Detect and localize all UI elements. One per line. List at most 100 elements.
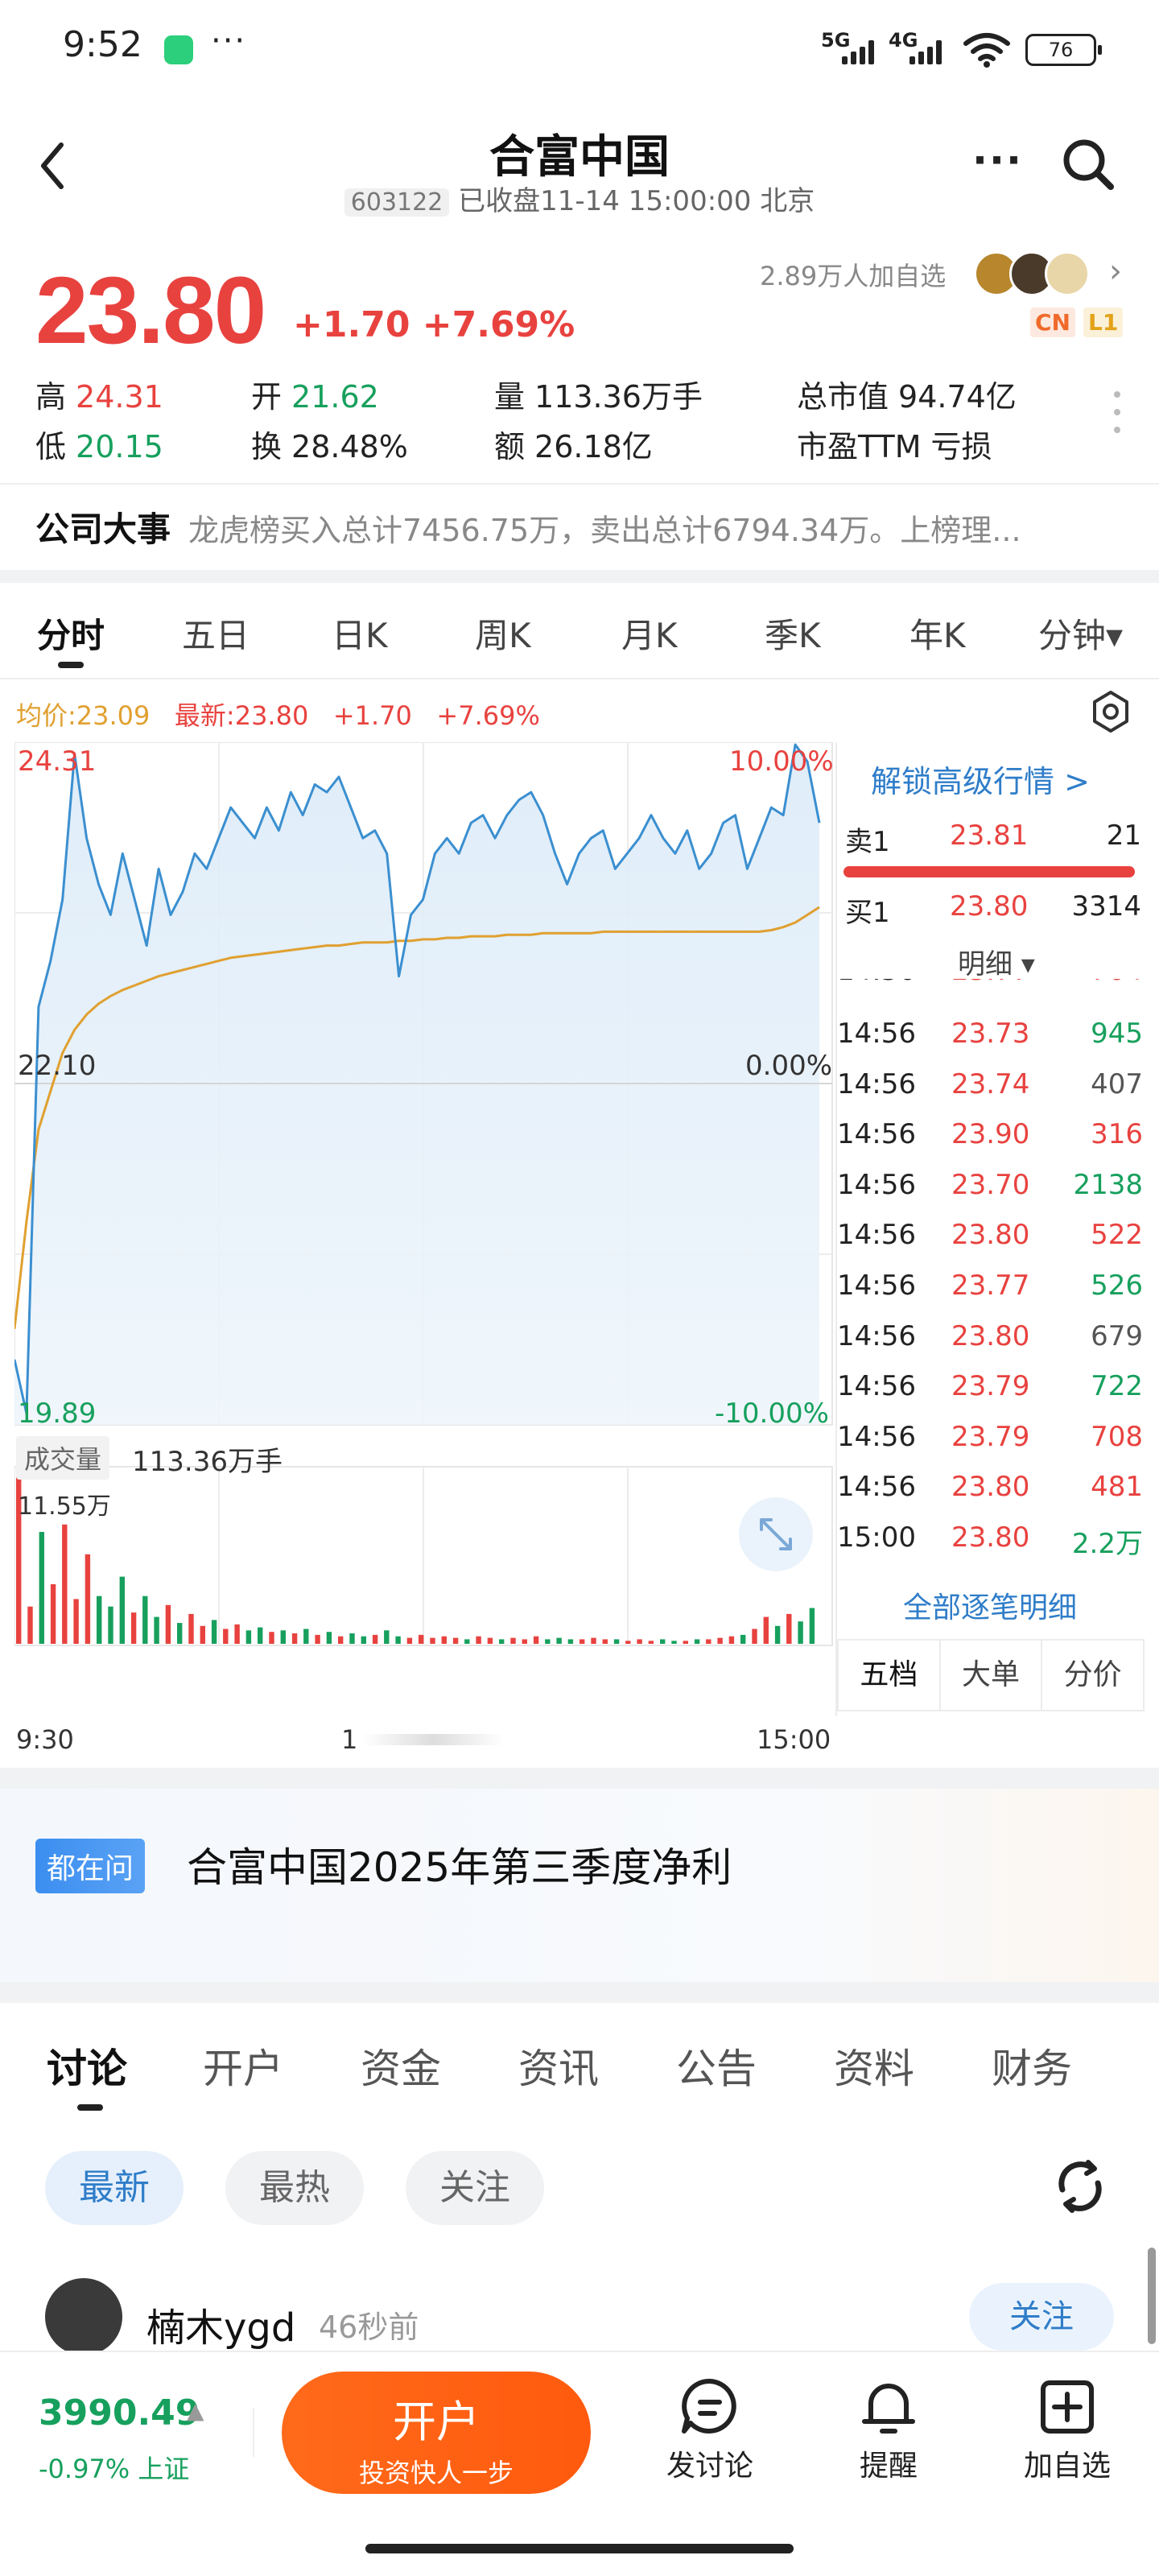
scrollbar[interactable]	[1148, 2248, 1156, 2344]
volume-bar	[717, 1637, 723, 1644]
intraday-chart[interactable]	[14, 742, 834, 1724]
tab-large-orders[interactable]: 大单	[938, 1641, 1041, 1710]
signal-icon-2	[909, 37, 942, 64]
volume-bar	[73, 1599, 79, 1644]
volume-bar	[303, 1629, 309, 1644]
volume-bar	[545, 1639, 551, 1644]
volume-bar	[613, 1639, 620, 1644]
filter-hottest[interactable]: 最热	[225, 2151, 364, 2225]
tick-time: 15:00	[837, 1521, 916, 1554]
tab-price-distribution[interactable]: 分价	[1041, 1641, 1143, 1710]
more-vertical-icon[interactable]	[1114, 391, 1124, 444]
stock-subtitle: 603122 已收盘11-14 15:00:00 北京	[0, 179, 1159, 218]
volume-bar	[637, 1639, 642, 1644]
index-change[interactable]: -0.97% 上证	[39, 2449, 189, 2486]
ask-question[interactable]: 合富中国2025年第三季度净利	[187, 1835, 732, 1893]
tick-time: 14:56	[837, 1471, 916, 1504]
volume-bar	[200, 1625, 205, 1644]
y-tick-right-mid: 0.00%	[745, 1050, 833, 1082]
tick-row: 14:56 23.79 708	[837, 1421, 1143, 1471]
tick-volume: 722	[1091, 1370, 1143, 1403]
tick-time: 14:56	[837, 1219, 916, 1252]
search-icon[interactable]	[1059, 135, 1117, 193]
add-watchlist-button[interactable]: 加自选	[1011, 2376, 1124, 2484]
chevron-right-icon[interactable]: ›	[1109, 253, 1122, 290]
tick-row: 14:56 23.90 316	[837, 1118, 1143, 1168]
tab-quarterly-k[interactable]: 季K	[765, 609, 821, 658]
tick-row: 15:00 23.80 2.2万	[837, 1521, 1143, 1571]
volume-bar	[452, 1637, 459, 1644]
tab-funds[interactable]: 资金	[361, 2037, 441, 2095]
home-indicator	[365, 2544, 794, 2553]
volume-bar	[108, 1606, 113, 1644]
volume-bar	[188, 1613, 194, 1644]
user-avatar[interactable]	[45, 2278, 122, 2355]
tab-five-levels[interactable]: 五档	[839, 1641, 939, 1710]
y-tick-right-low: -10.00%	[715, 1397, 829, 1430]
filter-following[interactable]: 关注	[406, 2151, 544, 2225]
tick-price: 23.70	[951, 1168, 1030, 1201]
quote-amount: 额 26.18亿	[494, 429, 653, 464]
tick-volume: 945	[1091, 1018, 1143, 1050]
tab-open-account[interactable]: 开户	[203, 2037, 283, 2095]
volume-bar	[533, 1636, 539, 1644]
settings-icon[interactable]	[1088, 689, 1133, 734]
news-text[interactable]: 龙虎榜买入总计7456.75万，卖出总计6794.34万。上榜理...	[188, 506, 1021, 550]
volume-bar	[752, 1629, 757, 1644]
open-account-button[interactable]: 开户 投资快人一步	[282, 2372, 591, 2494]
caret-up-icon: ▲	[187, 2397, 204, 2424]
followers-count[interactable]: 2.89万人加自选	[760, 256, 946, 293]
follower-avatars[interactable]	[974, 251, 1095, 296]
refresh-icon[interactable]	[1048, 2154, 1112, 2219]
tab-yearly-k[interactable]: 年K	[909, 609, 966, 658]
expand-icon[interactable]	[739, 1497, 813, 1571]
volume-bar	[567, 1639, 574, 1644]
volume-bar	[510, 1637, 516, 1644]
volume-bar	[763, 1616, 769, 1644]
tick-time: 14:56	[837, 1018, 916, 1050]
bell-icon	[862, 2384, 915, 2434]
tick-volume: 708	[1091, 1420, 1143, 1453]
tab-weekly-k[interactable]: 周K	[475, 609, 531, 658]
tab-daily-k[interactable]: 日K	[332, 609, 388, 658]
filter-latest[interactable]: 最新	[45, 2151, 184, 2225]
tab-intraday[interactable]: 分时	[37, 609, 105, 658]
volume-label: 成交量	[16, 1436, 110, 1480]
volume-bar	[384, 1630, 390, 1644]
tab-five-day[interactable]: 五日	[182, 609, 250, 658]
unlock-advanced-quotes-link[interactable]: 解锁高级行情 >	[871, 757, 1090, 801]
tab-minute[interactable]: 分钟▾	[1038, 609, 1123, 658]
tick-time: 14:56	[837, 1370, 916, 1403]
time-scrubber[interactable]	[362, 1734, 504, 1745]
wifi-icon	[963, 33, 1010, 68]
follow-user-button[interactable]: 关注	[969, 2283, 1114, 2351]
all-ticks-link[interactable]: 全部逐笔明细	[837, 1584, 1143, 1626]
battery-icon: 76	[1025, 34, 1102, 66]
tab-discussion[interactable]: 讨论	[47, 2037, 127, 2095]
tab-news[interactable]: 资讯	[518, 2037, 599, 2095]
tick-row: 14:56 23.79 722	[837, 1370, 1143, 1420]
volume-bar	[602, 1639, 608, 1644]
ask-badge: 都在问	[35, 1839, 146, 1893]
tick-time: 14:56	[837, 1420, 916, 1453]
reminder-button[interactable]: 提醒	[832, 2376, 945, 2484]
index-value[interactable]: 3990.49	[39, 2392, 200, 2434]
volume-bar	[740, 1634, 746, 1644]
tab-announcements[interactable]: 公告	[676, 2037, 757, 2095]
badge-l1: L1	[1083, 308, 1124, 337]
avatar	[1045, 251, 1090, 296]
user-name[interactable]: 楠木ygd	[146, 2296, 295, 2352]
tab-financials[interactable]: 财务	[992, 2037, 1072, 2095]
detail-dropdown[interactable]: 明细 ▾	[958, 942, 1035, 981]
more-icon[interactable]: ···	[972, 137, 1023, 184]
volume-bar	[280, 1630, 286, 1644]
post-discussion-button[interactable]: 发讨论	[654, 2376, 766, 2484]
volume-bar	[419, 1634, 424, 1644]
volume-bar	[694, 1639, 700, 1644]
volume-bar	[728, 1636, 735, 1644]
legend-change: +1.70	[332, 700, 412, 731]
tab-monthly-k[interactable]: 月K	[621, 609, 678, 658]
volume-bar	[142, 1596, 148, 1644]
tick-row: 14:56 23.80 679	[837, 1320, 1143, 1370]
tab-profile[interactable]: 资料	[834, 2037, 914, 2095]
